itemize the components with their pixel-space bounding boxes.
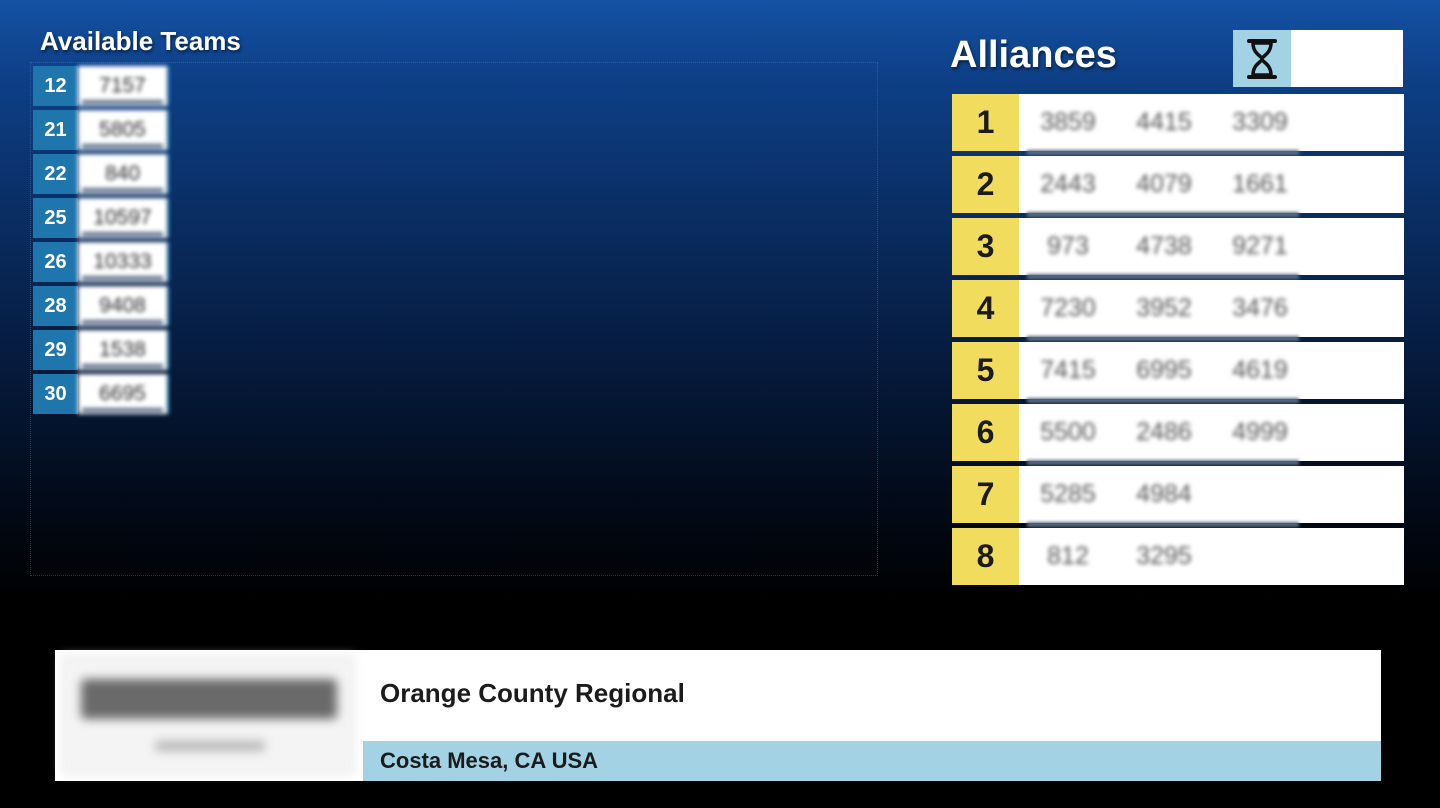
team-rank: 25 (33, 198, 78, 238)
alliance-seed: 8 (952, 528, 1019, 585)
alliance-team-captain: 2443 (1040, 170, 1096, 198)
team-number: 7157 (78, 66, 169, 106)
alliance-divider (1027, 274, 1299, 279)
alliance-teams: 2443 4079 1661 (1019, 156, 1404, 213)
alliance-teams: 3859 4415 3309 (1019, 94, 1404, 151)
alliance-team-first-pick: 6995 (1136, 356, 1192, 384)
alliance-teams: 5285 4984 (1019, 466, 1404, 523)
alliance-divider (1027, 150, 1299, 155)
event-info-bar: Orange County Regional Costa Mesa, CA US… (55, 650, 1381, 781)
alliance-teams: 973 4738 9271 (1019, 218, 1404, 275)
alliance-team-second-pick: 3309 (1232, 108, 1288, 136)
team-number: 6695 (78, 374, 169, 414)
team-number: 10333 (78, 242, 169, 282)
alliance-team-captain: 5285 (1040, 480, 1096, 508)
timer-box (1233, 30, 1403, 87)
alliance-seed: 6 (952, 404, 1019, 461)
alliance-seed: 1 (952, 94, 1019, 151)
event-name: Orange County Regional (380, 678, 685, 708)
alliance-row: 5 7415 6995 4619 (952, 342, 1404, 403)
alliance-row: 6 5500 2486 4999 (952, 404, 1404, 465)
alliance-seed: 7 (952, 466, 1019, 523)
alliance-divider (1027, 522, 1299, 527)
alliance-row: 7 5285 4984 (952, 466, 1404, 527)
available-team-row: 26 10333 (33, 242, 169, 282)
alliance-teams: 5500 2486 4999 (1019, 404, 1404, 461)
team-rank: 22 (33, 154, 78, 194)
alliance-seed: 4 (952, 280, 1019, 337)
alliance-team-second-pick: 9271 (1232, 232, 1288, 260)
alliance-seed: 2 (952, 156, 1019, 213)
alliance-team-first-pick: 3952 (1136, 294, 1192, 322)
alliance-teams: 7415 6995 4619 (1019, 342, 1404, 399)
team-rank: 26 (33, 242, 78, 282)
available-team-row: 21 5805 (33, 110, 169, 150)
alliance-row: 8 812 3295 (952, 528, 1404, 585)
alliance-teams: 812 3295 (1019, 528, 1404, 585)
alliance-team-first-pick: 2486 (1136, 418, 1192, 446)
alliance-teams: 7230 3952 3476 (1019, 280, 1404, 337)
team-rank: 30 (33, 374, 78, 414)
alliance-team-first-pick: 4738 (1136, 232, 1192, 260)
alliance-divider (1027, 212, 1299, 217)
alliance-row: 3 973 4738 9271 (952, 218, 1404, 279)
alliance-team-captain: 973 (1047, 232, 1089, 260)
alliance-team-second-pick: 3476 (1232, 294, 1288, 322)
alliance-divider (1027, 336, 1299, 341)
available-team-row: 28 9408 (33, 286, 169, 326)
alliances-title: Alliances (950, 34, 1117, 76)
team-rank: 21 (33, 110, 78, 150)
alliance-team-second-pick: 4999 (1232, 418, 1288, 446)
team-number: 10597 (78, 198, 169, 238)
alliance-team-captain: 5500 (1040, 418, 1096, 446)
alliance-team-first-pick: 3295 (1136, 542, 1192, 570)
alliance-seed: 5 (952, 342, 1019, 399)
team-number: 1538 (78, 330, 169, 370)
alliance-team-second-pick (1215, 466, 1305, 523)
available-team-row: 25 10597 (33, 198, 169, 238)
team-number: 9408 (78, 286, 169, 326)
team-rank: 12 (33, 66, 78, 106)
available-team-row: 30 6695 (33, 374, 169, 414)
available-team-row: 29 1538 (33, 330, 169, 370)
alliance-seed: 3 (952, 218, 1019, 275)
alliance-team-captain: 3859 (1040, 108, 1096, 136)
alliance-team-second-pick: 1661 (1232, 170, 1288, 198)
team-number: 840 (78, 154, 169, 194)
hourglass-icon (1233, 30, 1291, 87)
alliance-row: 2 2443 4079 1661 (952, 156, 1404, 217)
alliance-team-second-pick (1215, 528, 1305, 585)
alliance-divider (1027, 398, 1299, 403)
available-team-row: 12 7157 (33, 66, 169, 106)
available-team-row: 22 840 (33, 154, 169, 194)
alliance-team-captain: 812 (1047, 542, 1089, 570)
alliance-team-first-pick: 4079 (1136, 170, 1192, 198)
event-location: Costa Mesa, CA USA (380, 748, 599, 773)
available-teams-title: Available Teams (40, 26, 241, 56)
alliance-team-captain: 7230 (1040, 294, 1096, 322)
alliance-team-first-pick: 4984 (1136, 480, 1192, 508)
event-logo (62, 656, 354, 773)
team-rank: 29 (33, 330, 78, 370)
alliance-team-second-pick: 4619 (1232, 356, 1288, 384)
alliance-row: 4 7230 3952 3476 (952, 280, 1404, 341)
alliance-row: 1 3859 4415 3309 (952, 94, 1404, 155)
team-rank: 28 (33, 286, 78, 326)
alliance-divider (1027, 460, 1299, 465)
team-number: 5805 (78, 110, 169, 150)
alliance-team-captain: 7415 (1040, 356, 1096, 384)
alliance-team-first-pick: 4415 (1136, 108, 1192, 136)
